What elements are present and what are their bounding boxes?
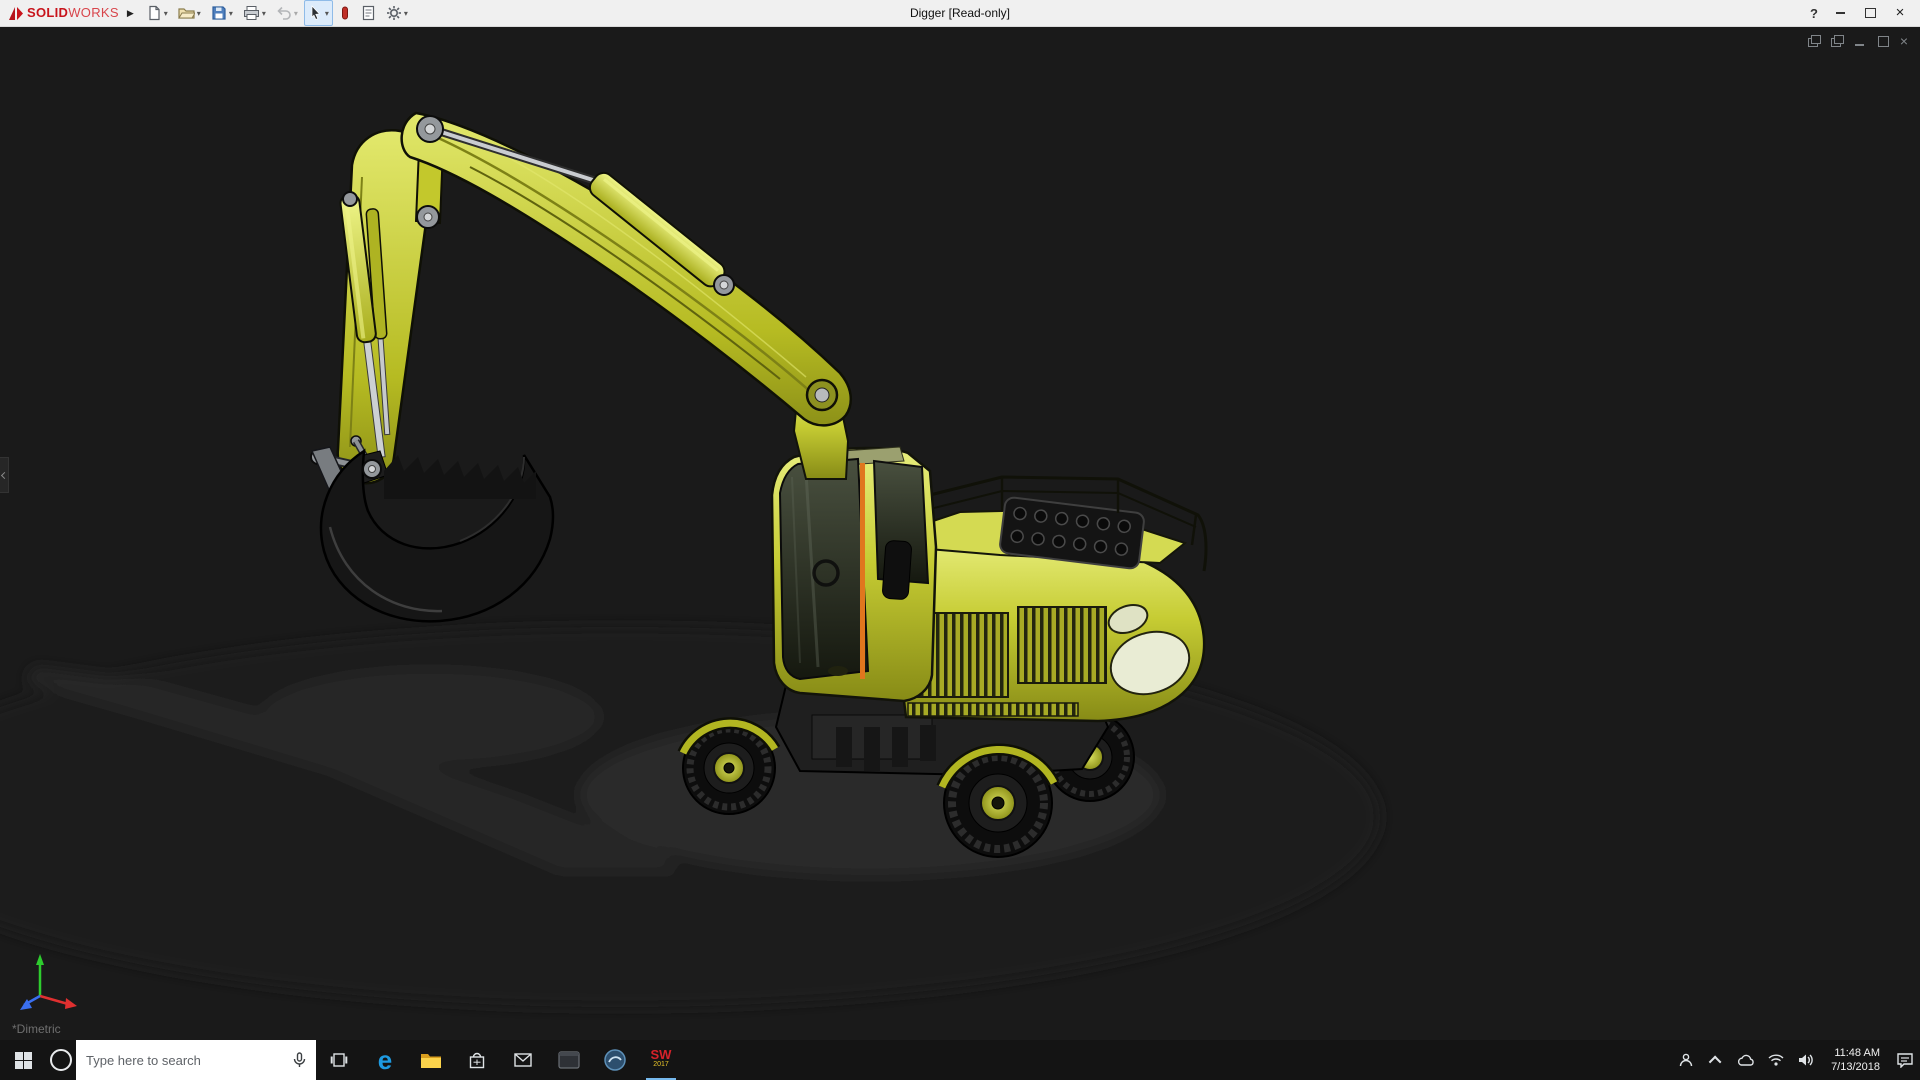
system-tray: 11:48 AM 7/13/2018 (1671, 1040, 1920, 1080)
clock-date: 7/13/2018 (1831, 1060, 1880, 1074)
app-window-icon (558, 1051, 580, 1069)
app-window-button[interactable] (546, 1040, 592, 1080)
minimize-icon (1836, 12, 1845, 14)
toolbar-flyout-arrow-icon[interactable]: ▶ (123, 8, 142, 19)
minimize-button[interactable] (1832, 5, 1848, 21)
file-explorer-icon (420, 1052, 442, 1069)
3ds-mark-icon (8, 6, 24, 21)
windows-logo-icon (15, 1052, 32, 1069)
featuremanager-collapse-tab[interactable] (0, 457, 9, 493)
wifi-icon (1768, 1054, 1784, 1066)
search-input[interactable] (76, 1053, 283, 1068)
clock-time: 11:48 AM (1834, 1046, 1880, 1060)
select-cursor-icon (308, 5, 323, 21)
logo-text-works: WORKS (68, 5, 119, 20)
cascade-windows-icon[interactable] (1831, 35, 1844, 47)
taskbar-clock[interactable]: 11:48 AM 7/13/2018 (1821, 1040, 1890, 1080)
chevron-left-icon (0, 471, 7, 478)
cortana-ring-icon (50, 1049, 72, 1071)
door-handle (828, 666, 848, 676)
hidden-icons-button[interactable] (1701, 1040, 1731, 1080)
open-folder-icon (178, 5, 195, 21)
help-button[interactable]: ? (1810, 6, 1818, 21)
digger-3d-model[interactable] (0, 27, 1920, 1040)
dropdown-caret[interactable]: ▾ (164, 9, 168, 18)
microphone-icon[interactable] (283, 1052, 316, 1068)
select-tool-button[interactable]: ▾ (304, 0, 333, 26)
new-window-icon[interactable] (1808, 35, 1821, 47)
cortana-button[interactable] (46, 1040, 76, 1080)
dropdown-caret[interactable]: ▾ (229, 9, 233, 18)
save-floppy-icon (211, 5, 227, 21)
bucket (321, 451, 553, 621)
taskbar: e SW 2017 (0, 1040, 1920, 1080)
edge-button[interactable]: e (362, 1040, 408, 1080)
cab (772, 447, 936, 701)
gear-icon (386, 5, 402, 21)
record-macro-icon (339, 5, 351, 21)
new-document-button[interactable]: ▾ (142, 0, 172, 26)
start-button[interactable] (0, 1040, 46, 1080)
store-icon (469, 1052, 485, 1069)
undo-button[interactable]: ▾ (272, 0, 302, 26)
speaker-icon (1798, 1053, 1814, 1067)
new-document-icon (146, 5, 162, 21)
bucket-teeth (384, 455, 536, 499)
edge-icon: e (378, 1047, 392, 1073)
person-icon (1679, 1053, 1693, 1067)
people-button[interactable] (1671, 1040, 1701, 1080)
task-view-icon (330, 1052, 348, 1068)
doc-close-icon[interactable]: × (1900, 35, 1908, 47)
maximize-icon (1865, 8, 1876, 18)
seat (882, 540, 912, 600)
quick-toolbar: ▾ ▾ ▾ ▾ (142, 0, 412, 26)
orientation-triad-icon (6, 948, 90, 1016)
titlebar: SOLIDWORKS ▶ ▾ ▾ ▾ (0, 0, 1920, 27)
store-button[interactable] (454, 1040, 500, 1080)
onedrive-button[interactable] (1731, 1040, 1761, 1080)
open-document-button[interactable]: ▾ (174, 0, 205, 26)
mail-button[interactable] (500, 1040, 546, 1080)
mail-icon (514, 1053, 532, 1067)
cloud-icon (1737, 1054, 1755, 1066)
logo-text-solid: SOLID (27, 5, 68, 20)
main-boom (402, 113, 851, 425)
taskbar-search[interactable] (76, 1040, 316, 1080)
action-center-button[interactable] (1890, 1040, 1920, 1080)
network-button[interactable] (1761, 1040, 1791, 1080)
undo-arrow-icon (276, 5, 292, 21)
solidworks-rx-button[interactable] (592, 1040, 638, 1080)
task-view-button[interactable] (316, 1040, 362, 1080)
record-macro-button[interactable] (335, 0, 355, 26)
graphics-area[interactable]: × *Dimetric (0, 27, 1920, 1040)
close-button[interactable]: × (1892, 5, 1908, 21)
file-properties-button[interactable] (357, 0, 380, 26)
dropdown-caret[interactable]: ▾ (262, 9, 266, 18)
print-button[interactable]: ▾ (239, 0, 270, 26)
chevron-up-icon (1708, 1055, 1721, 1068)
dropdown-caret[interactable]: ▾ (404, 9, 408, 18)
file-properties-icon (361, 5, 376, 21)
solidworks-2017-icon: SW 2017 (651, 1050, 672, 1070)
document-window-controls: × (1808, 35, 1908, 47)
maximize-button[interactable] (1862, 5, 1878, 21)
printer-icon (243, 5, 260, 21)
dropdown-caret[interactable]: ▾ (325, 9, 329, 18)
volume-button[interactable] (1791, 1040, 1821, 1080)
dropdown-caret[interactable]: ▾ (197, 9, 201, 18)
action-center-icon (1897, 1053, 1913, 1068)
view-orientation-label: *Dimetric (12, 1022, 61, 1036)
orange-pillar-stripe (860, 463, 865, 679)
window-controls: ? × (1810, 5, 1920, 21)
solidworks-2017-button[interactable]: SW 2017 (638, 1040, 684, 1080)
doc-minimize-icon[interactable] (1854, 35, 1867, 47)
doc-restore-icon[interactable] (1877, 35, 1890, 47)
dropdown-caret[interactable]: ▾ (294, 9, 298, 18)
solidworks-rx-icon (604, 1049, 626, 1071)
save-button[interactable]: ▾ (207, 0, 237, 26)
options-button[interactable]: ▾ (382, 0, 412, 26)
file-explorer-button[interactable] (408, 1040, 454, 1080)
solidworks-logo: SOLIDWORKS (0, 4, 123, 22)
